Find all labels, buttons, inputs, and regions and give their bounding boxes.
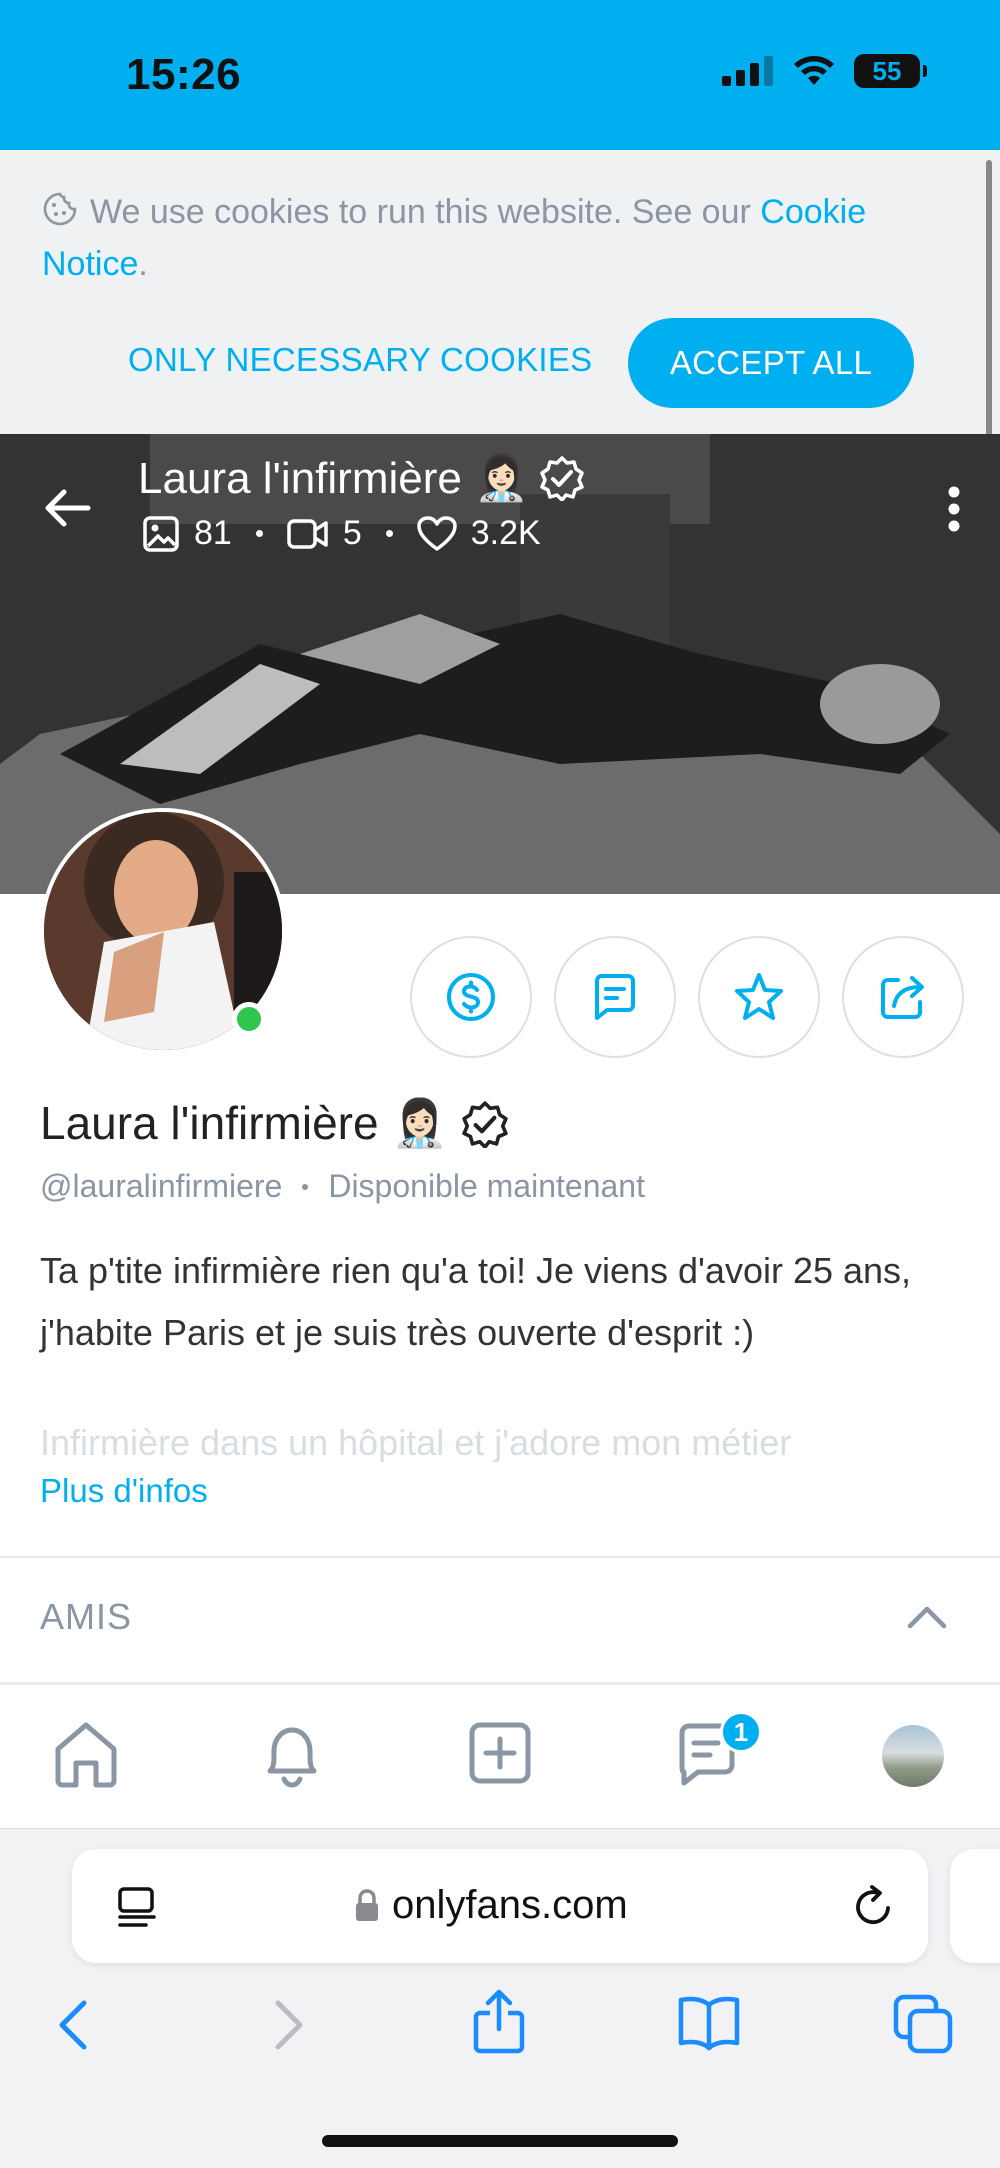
cookie-suffix: . <box>138 245 148 283</box>
friends-title: AMIS <box>40 1596 133 1637</box>
verified-icon <box>461 1100 508 1148</box>
bottom-nav: 1 <box>0 1684 1000 1828</box>
battery-icon: 55 <box>854 54 927 88</box>
browser-toolbar: onlyfans.com <box>0 1828 1000 2168</box>
divider <box>0 1556 1000 1558</box>
message-button[interactable] <box>554 936 676 1058</box>
back-arrow-icon[interactable] <box>40 480 96 536</box>
profile-name: Laura l'infirmière 👩🏻‍⚕️ <box>40 1097 449 1149</box>
more-info-link[interactable]: Plus d'infos <box>40 1472 208 1510</box>
messages-badge: 1 <box>720 1711 762 1753</box>
profile-name-row: Laura l'infirmière 👩🏻‍⚕️ <box>40 1096 509 1151</box>
chevron-up-icon[interactable] <box>906 1604 948 1630</box>
favorite-button[interactable] <box>698 936 820 1058</box>
only-necessary-cookies-button[interactable]: ONLY NECESSARY COOKIES <box>128 320 593 400</box>
video-icon <box>287 518 328 549</box>
share-button[interactable] <box>842 936 964 1058</box>
back-icon[interactable] <box>54 1997 94 2053</box>
chat-icon <box>595 974 635 1020</box>
page-menu-icon[interactable] <box>116 1885 158 1929</box>
status-time: 15:26 <box>126 50 242 99</box>
share-sheet-icon[interactable] <box>470 1989 528 2055</box>
home-icon[interactable] <box>50 1719 122 1789</box>
online-indicator <box>232 1002 266 1036</box>
signal-icon <box>722 56 773 86</box>
accept-all-button[interactable]: ACCEPT ALL <box>628 318 914 408</box>
cookie-text: We use cookies to run this website. See … <box>42 186 942 290</box>
subline-separator <box>302 1183 309 1190</box>
cookie-message: We use cookies to run this website. See … <box>90 193 761 231</box>
forward-icon[interactable] <box>268 1997 308 2053</box>
image-icon <box>143 515 179 552</box>
address-bar[interactable]: onlyfans.com <box>72 1849 928 1963</box>
lock-icon <box>356 1889 378 1921</box>
bell-icon[interactable] <box>256 1719 328 1791</box>
cover-name: Laura l'infirmière 👩🏻‍⚕️ <box>138 454 529 503</box>
cover-stats: 81 5 3.2K <box>142 514 541 553</box>
status-icons: 55 <box>722 54 927 88</box>
profile-subline: @lauralinfirmiere Disponible maintenant <box>40 1168 645 1205</box>
like-count: 3.2K <box>470 514 541 552</box>
status-bar: 15:26 55 <box>0 0 1000 150</box>
more-vertical-icon[interactable] <box>946 484 962 534</box>
tabs-icon[interactable] <box>892 1993 954 2055</box>
profile-actions <box>410 936 964 1058</box>
verified-icon <box>540 456 584 501</box>
stat-separator <box>255 530 263 537</box>
bookmarks-icon[interactable] <box>676 1993 742 2051</box>
profile-bio-faded: Infirmière dans un hôpital et j'adore mo… <box>40 1422 792 1462</box>
user-avatar[interactable] <box>882 1725 944 1787</box>
dollar-icon <box>447 973 495 1021</box>
url-text: onlyfans.com <box>392 1883 628 1927</box>
stat-separator <box>385 530 393 537</box>
photo-count: 81 <box>194 514 232 552</box>
cookie-icon <box>43 192 77 226</box>
cover-title-row: Laura l'infirmière 👩🏻‍⚕️ <box>138 452 585 504</box>
next-tab-preview[interactable] <box>950 1849 1000 1963</box>
heart-icon <box>417 515 457 551</box>
add-post-icon[interactable] <box>466 1719 534 1787</box>
video-count: 5 <box>342 514 362 552</box>
send-tip-button[interactable] <box>410 936 532 1058</box>
scrollbar[interactable] <box>986 160 992 450</box>
home-indicator[interactable] <box>322 2135 678 2147</box>
friends-section-header[interactable]: AMIS <box>0 1560 1000 1684</box>
profile-bio: Ta p'tite infirmière rien qu'a toi! Je v… <box>40 1250 912 1353</box>
reload-icon[interactable] <box>852 1883 896 1929</box>
star-icon <box>735 973 783 1020</box>
share-icon <box>881 976 924 1019</box>
cookie-banner: We use cookies to run this website. See … <box>0 150 1000 434</box>
availability-status: Disponible maintenant <box>328 1168 645 1204</box>
battery-level: 55 <box>872 55 902 86</box>
wifi-icon <box>794 56 834 85</box>
profile-handle: @lauralinfirmiere <box>40 1168 283 1204</box>
